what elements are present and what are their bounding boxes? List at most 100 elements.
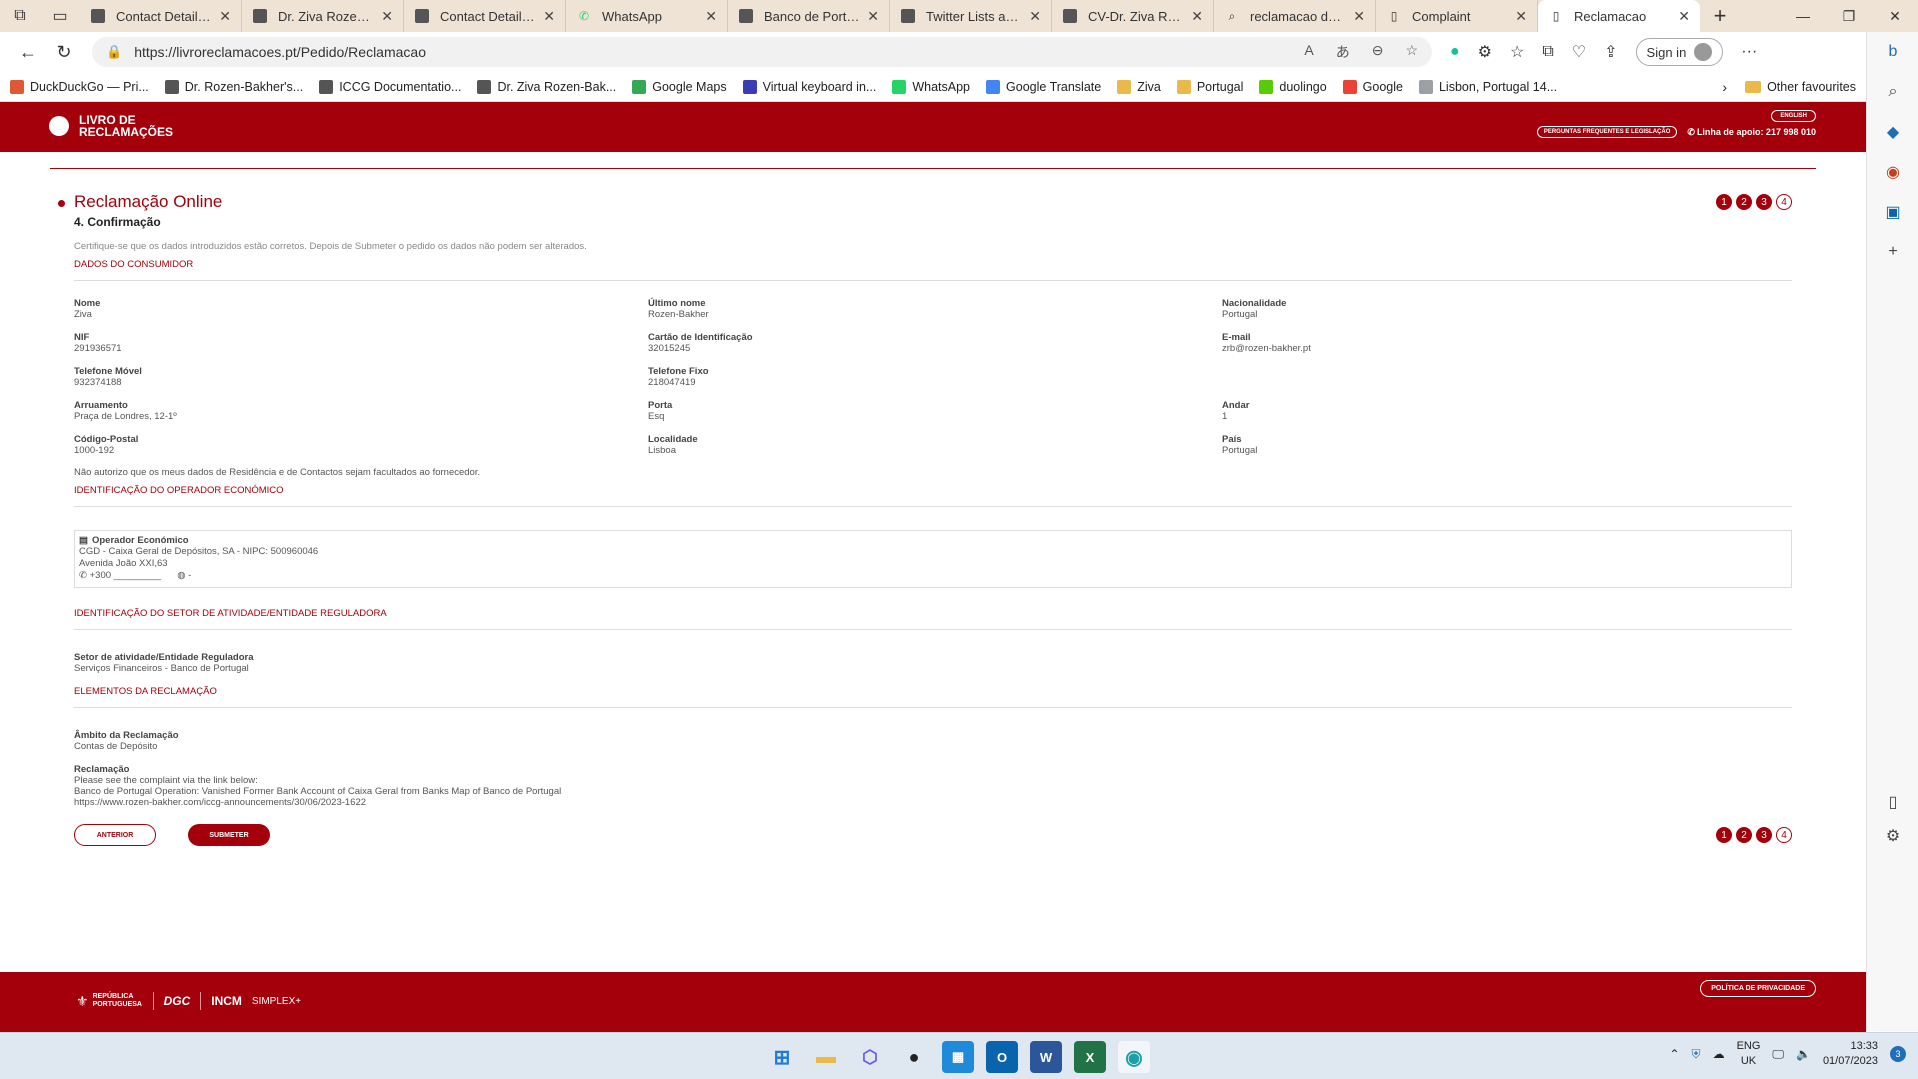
defender-icon[interactable]: ⛨ (1692, 1047, 1701, 1062)
close-tab-icon[interactable]: ✕ (867, 8, 879, 25)
browser-tab[interactable]: Banco de Portugal ✕ (728, 0, 890, 32)
bing-icon[interactable]: b (1867, 32, 1918, 72)
step-4: 4 (1776, 827, 1792, 843)
minimize-icon[interactable]: — (1780, 8, 1826, 25)
favourite-item[interactable]: Dr. Ziva Rozen-Bak... (477, 79, 616, 94)
volume-icon[interactable]: 🔈 (1796, 1047, 1811, 1061)
copilot-icon[interactable]: ⬡ (854, 1041, 886, 1073)
translate-icon[interactable]: あ (1336, 42, 1350, 62)
chevron-right-icon[interactable]: › (1722, 79, 1727, 95)
favourite-item[interactable]: Lisbon, Portugal 14... (1418, 79, 1557, 94)
url-field[interactable]: 🔒 https://livroreclamacoes.pt/Pedido/Rec… (92, 37, 1432, 67)
simplex-logo[interactable]: SIMPLEX+ (252, 996, 301, 1007)
other-favourites[interactable]: Other favourites (1745, 80, 1856, 94)
close-tab-icon[interactable]: ✕ (1029, 8, 1041, 25)
language-button[interactable]: ENGLISH (1771, 110, 1816, 122)
step-indicator-bottom: 1234 (1716, 827, 1792, 843)
browser-tab[interactable]: Twitter Lists and T ✕ (890, 0, 1052, 32)
field-label: Arruamento (74, 400, 128, 411)
notification-badge[interactable]: 3 (1890, 1046, 1906, 1062)
previous-button[interactable]: ANTERIOR (74, 824, 156, 846)
refresh-icon[interactable]: ↻ (46, 42, 82, 63)
field-label: NIF (74, 332, 90, 343)
browser-essentials-icon[interactable]: ♡ (1572, 42, 1586, 62)
close-tab-icon[interactable]: ✕ (219, 8, 231, 25)
republic-logo[interactable]: ⚜ REPÚBLICA PORTUGUESA (76, 993, 143, 1010)
extensions-icon[interactable]: ⚙ (1478, 42, 1492, 62)
back-icon[interactable]: ← (10, 42, 46, 63)
browser-tab[interactable]: ✆ WhatsApp ✕ (566, 0, 728, 32)
network-icon[interactable]: 🖵 (1772, 1047, 1784, 1062)
close-tab-icon[interactable]: ✕ (543, 8, 555, 25)
faq-button[interactable]: PERGUNTAS FREQUENTES E LEGISLAÇÃO (1536, 126, 1678, 138)
excel-icon[interactable]: X (1074, 1041, 1106, 1073)
search-icon[interactable]: ⌕ (1867, 72, 1918, 112)
lock-icon[interactable]: 🔒 (106, 44, 122, 60)
grammarly-icon[interactable]: ● (1450, 43, 1460, 61)
edge-icon[interactable]: ◉ (1118, 1041, 1150, 1073)
close-window-icon[interactable]: ✕ (1872, 8, 1918, 25)
read-aloud-icon[interactable]: A (1304, 42, 1313, 62)
close-tab-icon[interactable]: ✕ (1515, 8, 1527, 25)
settings-icon[interactable]: ⚙ (1867, 816, 1918, 856)
file-explorer-icon[interactable]: ▬ (810, 1041, 842, 1073)
restore-icon[interactable]: ❐ (1826, 8, 1872, 25)
favourite-item[interactable]: WhatsApp (892, 79, 970, 94)
favourite-star-icon[interactable]: ☆ (1405, 42, 1418, 62)
browser-tab[interactable]: ▯ Complaint ✕ (1376, 0, 1538, 32)
favourite-item[interactable]: Google (1342, 79, 1403, 94)
office-icon[interactable]: ◉ (1867, 152, 1918, 192)
favourite-item[interactable]: Portugal (1176, 79, 1243, 94)
close-tab-icon[interactable]: ✕ (1353, 8, 1365, 25)
browser-tab[interactable]: ▯ Reclamacao ✕ (1538, 0, 1700, 32)
favourite-item[interactable]: ICCG Documentatio... (319, 79, 461, 94)
favourite-item[interactable]: Google Translate (986, 79, 1101, 94)
start-icon[interactable]: ⊞ (766, 1041, 798, 1073)
remote-desktop-icon[interactable]: ▦ (942, 1041, 974, 1073)
outlook-icon[interactable]: O (986, 1041, 1018, 1073)
collections-icon[interactable]: ⧉ (1542, 43, 1553, 61)
more-menu-icon[interactable]: ··· (1741, 43, 1757, 61)
favourite-item[interactable]: Virtual keyboard in... (742, 79, 876, 94)
favourite-item[interactable]: duolingo (1259, 79, 1327, 94)
browser-tab[interactable]: Contact Details — ✕ (404, 0, 566, 32)
windows-taskbar: ⊞ ▬ ⬡ ● ▦ O W X ◉ ⌃ ⛨ ☁ ENG UK 🖵 🔈 13:33… (0, 1032, 1918, 1079)
browser-tab[interactable]: ⌕ reclamacao de livr ✕ (1214, 0, 1376, 32)
language-indicator[interactable]: ENG UK (1737, 1039, 1761, 1069)
close-tab-icon[interactable]: ✕ (1191, 8, 1203, 25)
close-tab-icon[interactable]: ✕ (1678, 8, 1690, 25)
site-logo[interactable]: LIVRO DE RECLAMAÇÕES (49, 114, 173, 138)
tab-actions-icon[interactable]: ▭ (40, 0, 80, 32)
sign-in-button[interactable]: Sign in (1635, 38, 1724, 66)
outlook-icon[interactable]: ▣ (1867, 192, 1918, 232)
obs-icon[interactable]: ● (898, 1041, 930, 1073)
favourite-item[interactable]: Ziva (1117, 79, 1161, 94)
workspaces-icon[interactable]: ⧉ (0, 0, 40, 32)
share-icon[interactable]: ⇪ (1604, 42, 1617, 62)
close-tab-icon[interactable]: ✕ (381, 8, 393, 25)
zoom-icon[interactable]: ⊖ (1372, 42, 1384, 62)
favourite-item[interactable]: Google Maps (632, 79, 727, 94)
browser-tab[interactable]: Dr. Ziva Rozen-Bak ✕ (242, 0, 404, 32)
onedrive-icon[interactable]: ☁ (1713, 1047, 1725, 1061)
clock[interactable]: 13:33 01/07/2023 (1823, 1039, 1878, 1069)
favourite-item[interactable]: DuckDuckGo — Pri... (10, 79, 149, 94)
field-value: Rozen-Bakher (648, 309, 709, 320)
favourites-icon[interactable]: ☆ (1510, 42, 1524, 62)
privacy-policy-button[interactable]: POLÍTICA DE PRIVACIDADE (1700, 980, 1816, 997)
dgc-logo[interactable]: DGC (164, 994, 191, 1008)
new-tab-button[interactable]: + (1700, 3, 1740, 29)
browser-tab[interactable]: CV-Dr. Ziva Rozen ✕ (1052, 0, 1214, 32)
submit-button[interactable]: SUBMETER (188, 824, 270, 846)
browser-tab[interactable]: Contact Details — ✕ (80, 0, 242, 32)
favourite-item[interactable]: Dr. Rozen-Bakher's... (164, 79, 303, 94)
chevron-up-icon[interactable]: ⌃ (1669, 1047, 1679, 1061)
close-tab-icon[interactable]: ✕ (705, 8, 717, 25)
consumer-field: País Portugal (1222, 434, 1792, 468)
add-icon[interactable]: + (1867, 232, 1918, 272)
shopping-icon[interactable]: ◆ (1867, 112, 1918, 152)
consumer-field: Telefone Móvel 932374188 (74, 366, 648, 400)
word-icon[interactable]: W (1030, 1041, 1062, 1073)
incm-logo[interactable]: INCM (211, 994, 242, 1008)
sector-field: Setor de atividade/Entidade Reguladora S… (74, 652, 254, 674)
